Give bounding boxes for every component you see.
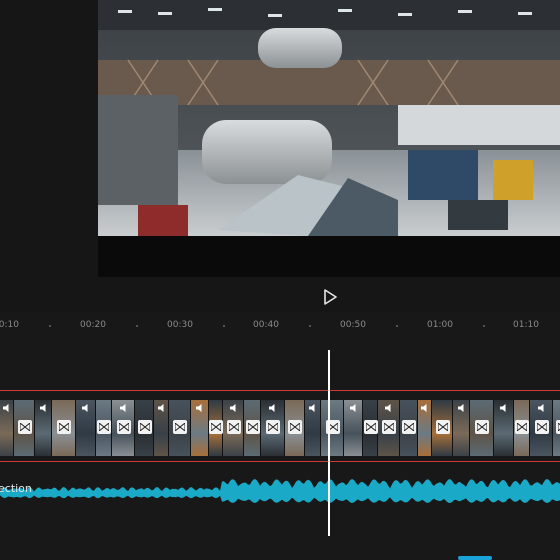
volume-icon[interactable] — [420, 403, 430, 413]
video-clip[interactable] — [418, 400, 432, 456]
volume-icon[interactable] — [39, 403, 49, 413]
volume-icon[interactable] — [349, 403, 359, 413]
volume-icon[interactable] — [229, 403, 239, 413]
transition-icon[interactable] — [555, 420, 560, 434]
tick-label: 00:50 — [340, 320, 366, 330]
video-clip[interactable] — [261, 400, 285, 456]
video-clip[interactable] — [470, 400, 494, 456]
video-clip[interactable] — [96, 400, 112, 456]
volume-icon[interactable] — [81, 403, 91, 413]
tick-dot — [223, 325, 225, 327]
video-clip[interactable] — [14, 400, 35, 456]
preview-area — [0, 0, 560, 312]
transition-icon[interactable] — [534, 420, 549, 434]
video-clip[interactable] — [432, 400, 453, 456]
volume-icon[interactable] — [268, 403, 278, 413]
tick-dot — [483, 325, 485, 327]
playhead[interactable] — [328, 350, 330, 536]
time-ruler[interactable]: 00:10 00:20 00:30 00:40 00:50 01:00 01:1… — [0, 312, 560, 342]
video-clip[interactable] — [52, 400, 76, 456]
transition-icon[interactable] — [226, 420, 241, 434]
volume-icon[interactable] — [2, 403, 12, 413]
audio-track[interactable]: ection — [0, 470, 560, 512]
video-clip[interactable] — [553, 400, 560, 456]
video-clip[interactable] — [223, 400, 244, 456]
video-clip[interactable] — [135, 400, 154, 456]
transition-icon[interactable] — [17, 420, 32, 434]
video-clip[interactable] — [321, 400, 344, 456]
video-clip[interactable] — [494, 400, 514, 456]
volume-icon[interactable] — [308, 403, 318, 413]
volume-icon[interactable] — [119, 403, 129, 413]
video-clip[interactable] — [112, 400, 135, 456]
audio-track-label: ection — [0, 482, 32, 495]
tick-label: 01:00 — [427, 320, 453, 330]
tick-label: 00:10 — [0, 320, 19, 330]
video-clip[interactable] — [76, 400, 96, 456]
volume-icon[interactable] — [499, 403, 509, 413]
volume-icon[interactable] — [457, 403, 467, 413]
transition-icon[interactable] — [266, 420, 280, 434]
tick-dot — [309, 325, 311, 327]
video-clip[interactable] — [378, 400, 400, 456]
video-clip[interactable] — [191, 400, 209, 456]
tick-dot — [396, 325, 398, 327]
video-clip[interactable] — [363, 400, 378, 456]
video-clip[interactable] — [514, 400, 530, 456]
transition-icon[interactable] — [209, 420, 223, 434]
volume-icon[interactable] — [157, 403, 167, 413]
timeline-scrollbar-thumb[interactable] — [458, 556, 492, 560]
transition-icon[interactable] — [288, 420, 302, 434]
transition-icon[interactable] — [435, 420, 450, 434]
video-clip[interactable] — [285, 400, 305, 456]
transition-icon[interactable] — [402, 420, 416, 434]
transition-icon[interactable] — [475, 420, 489, 434]
transition-icon[interactable] — [245, 420, 260, 434]
tick-label: 00:40 — [253, 320, 279, 330]
play-button[interactable] — [318, 285, 342, 309]
transition-icon[interactable] — [382, 420, 396, 434]
transition-icon[interactable] — [137, 420, 152, 434]
video-clip[interactable] — [169, 400, 191, 456]
video-clip[interactable] — [154, 400, 169, 456]
tick-label: 00:30 — [167, 320, 193, 330]
video-clip[interactable] — [35, 400, 52, 456]
volume-icon[interactable] — [195, 403, 205, 413]
video-preview[interactable] — [98, 0, 560, 277]
transition-icon[interactable] — [57, 420, 71, 434]
video-clip[interactable] — [344, 400, 363, 456]
video-clip-strip[interactable] — [0, 400, 560, 456]
transition-icon[interactable] — [515, 420, 529, 434]
video-clip[interactable] — [209, 400, 223, 456]
transition-icon[interactable] — [116, 420, 131, 434]
tick-label: 00:20 — [80, 320, 106, 330]
video-clip[interactable] — [305, 400, 321, 456]
video-clip[interactable] — [244, 400, 261, 456]
tick-dot — [49, 325, 51, 327]
video-clip[interactable] — [530, 400, 553, 456]
volume-icon[interactable] — [384, 403, 394, 413]
transition-icon[interactable] — [173, 420, 187, 434]
timeline[interactable]: 00:10 00:20 00:30 00:40 00:50 01:00 01:1… — [0, 312, 560, 560]
waveform-shape — [0, 479, 560, 503]
transition-icon[interactable] — [97, 420, 111, 434]
audio-waveform[interactable] — [0, 470, 560, 512]
play-icon — [324, 289, 337, 305]
volume-icon[interactable] — [537, 403, 547, 413]
video-frame-image — [98, 0, 560, 236]
video-clip[interactable] — [453, 400, 470, 456]
transition-icon[interactable] — [363, 420, 378, 434]
tick-label: 01:10 — [513, 320, 539, 330]
video-clip[interactable] — [400, 400, 418, 456]
video-clip[interactable] — [0, 400, 14, 456]
tick-dot — [136, 325, 138, 327]
